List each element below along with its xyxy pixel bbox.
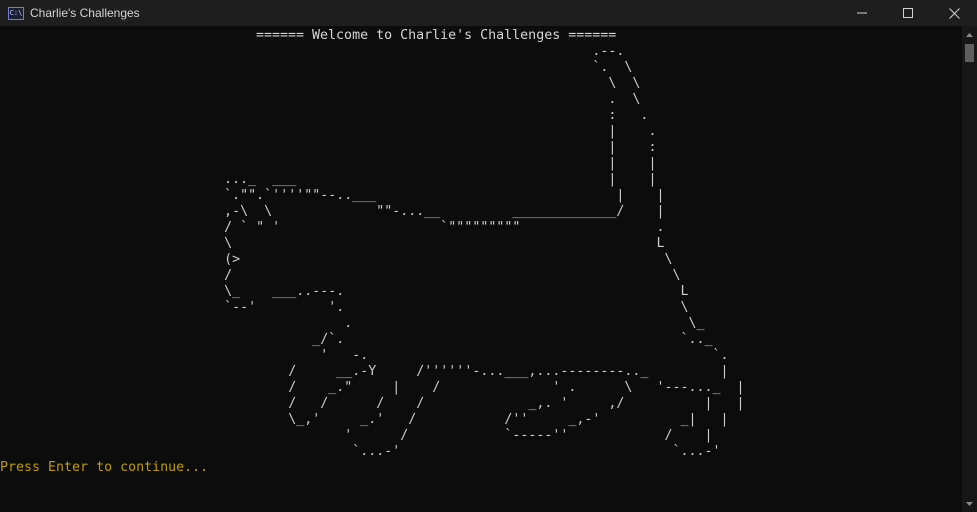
close-button[interactable] (931, 0, 977, 26)
minimize-button[interactable] (839, 0, 885, 26)
scroll-thumb[interactable] (965, 44, 974, 62)
scroll-down-arrow-icon (966, 501, 973, 506)
console-output[interactable]: ====== Welcome to Charlie's Challenges =… (0, 26, 962, 512)
window-controls (839, 0, 977, 26)
vertical-scrollbar[interactable] (962, 26, 977, 512)
scroll-up-button[interactable] (962, 26, 977, 43)
maximize-button[interactable] (885, 0, 931, 26)
scroll-down-button[interactable] (962, 495, 977, 512)
console-window: C:\ Charlie's Challenges ====== Welcome … (0, 0, 977, 512)
maximize-icon (903, 8, 913, 18)
scroll-up-arrow-icon (966, 32, 973, 37)
window-title: Charlie's Challenges (30, 6, 140, 20)
minimize-icon (857, 12, 867, 14)
close-icon (948, 7, 960, 19)
welcome-banner: ====== Welcome to Charlie's Challenges =… (256, 28, 617, 43)
continue-prompt: Press Enter to continue... (0, 460, 209, 475)
title-bar[interactable]: C:\ Charlie's Challenges (0, 0, 977, 26)
console-app-icon: C:\ (8, 6, 24, 20)
ascii-art-llama: .--. `. \ \ \ . \: . | . |: | | ..._ _… (224, 44, 745, 459)
